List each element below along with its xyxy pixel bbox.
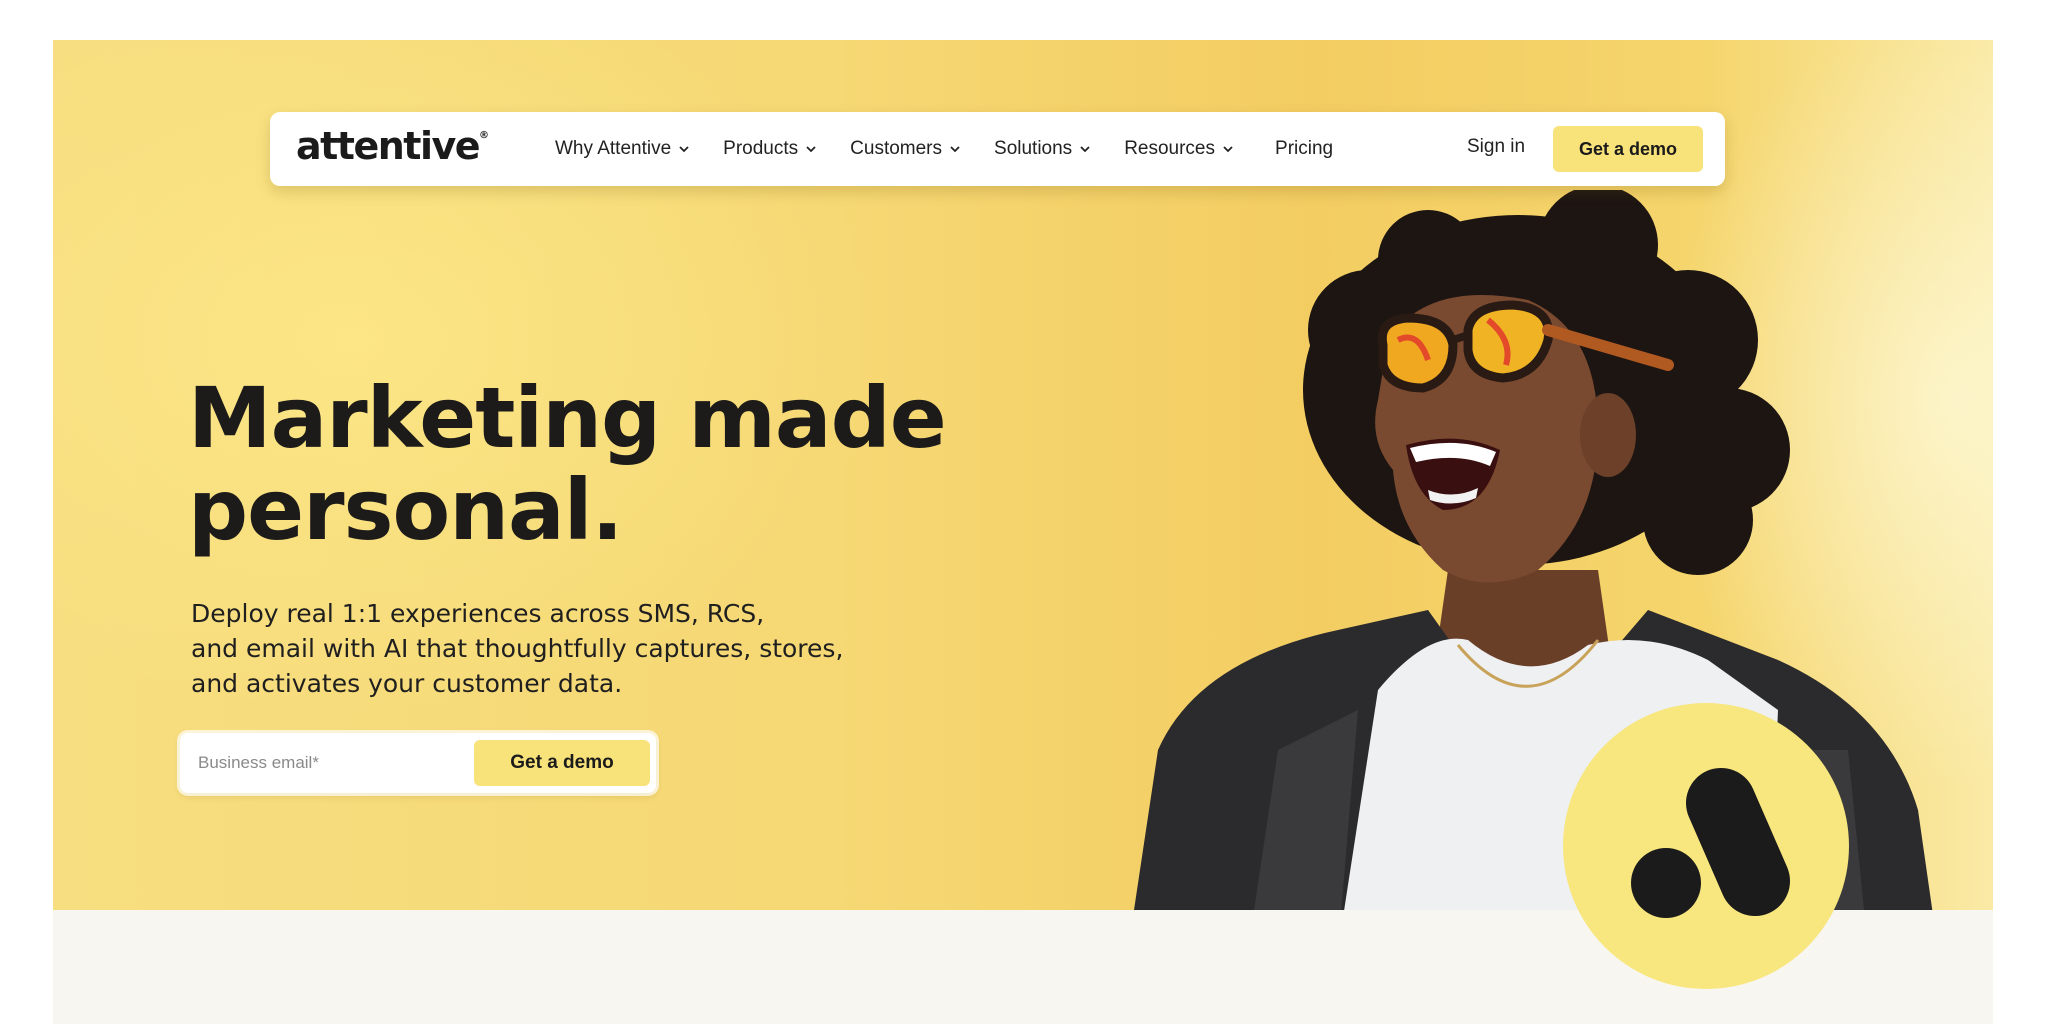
- logo-text: attentive: [296, 124, 481, 168]
- nav-item-solutions[interactable]: Solutions: [994, 138, 1091, 160]
- hero-photo: [1134, 190, 1933, 910]
- nav-item-label: Resources: [1124, 138, 1216, 159]
- nav-item-label: Products: [723, 138, 799, 159]
- headline-line-2: personal.: [188, 461, 623, 559]
- nav-get-demo-button[interactable]: Get a demo: [1553, 126, 1703, 172]
- chevron-down-icon: [679, 146, 689, 153]
- nav-item-label: Solutions: [994, 138, 1073, 159]
- top-navigation: attentive® Why Attentive Products Custom…: [270, 112, 1725, 186]
- subtext-line-3: and activates your customer data.: [191, 669, 623, 698]
- chevron-down-icon: [1223, 146, 1233, 153]
- nav-item-label: Why Attentive: [555, 138, 672, 159]
- nav-item-label: Pricing: [1275, 138, 1334, 159]
- nav-menu: Why Attentive Products Customers Solutio…: [555, 112, 1366, 186]
- nav-item-products[interactable]: Products: [723, 138, 817, 160]
- page: attentive® Why Attentive Products Custom…: [0, 0, 2048, 1024]
- sign-in-link[interactable]: Sign in: [1467, 136, 1525, 158]
- hero-subtext: Deploy real 1:1 experiences across SMS, …: [191, 596, 911, 701]
- nav-item-pricing[interactable]: Pricing: [1275, 138, 1333, 160]
- attentive-badge: [1563, 703, 1849, 989]
- hero-get-demo-button[interactable]: Get a demo: [474, 740, 650, 786]
- chevron-down-icon: [950, 146, 960, 153]
- subtext-line-1: Deploy real 1:1 experiences across SMS, …: [191, 599, 765, 628]
- attentive-logo[interactable]: attentive®: [296, 124, 489, 168]
- headline-line-1: Marketing made: [188, 369, 947, 467]
- hero-headline: Marketing made personal.: [188, 372, 1088, 556]
- nav-item-customers[interactable]: Customers: [850, 138, 961, 160]
- nav-item-why-attentive[interactable]: Why Attentive: [555, 138, 690, 160]
- registered-mark: ®: [479, 130, 490, 141]
- demo-signup-form: Get a demo: [180, 733, 656, 793]
- chevron-down-icon: [806, 146, 816, 153]
- attentive-a-logo-icon: [1631, 768, 1790, 918]
- nav-item-resources[interactable]: Resources: [1124, 138, 1234, 160]
- chevron-down-icon: [1080, 146, 1090, 153]
- business-email-input[interactable]: [198, 745, 468, 781]
- subtext-line-2: and email with AI that thoughtfully capt…: [191, 634, 844, 663]
- nav-item-label: Customers: [850, 138, 943, 159]
